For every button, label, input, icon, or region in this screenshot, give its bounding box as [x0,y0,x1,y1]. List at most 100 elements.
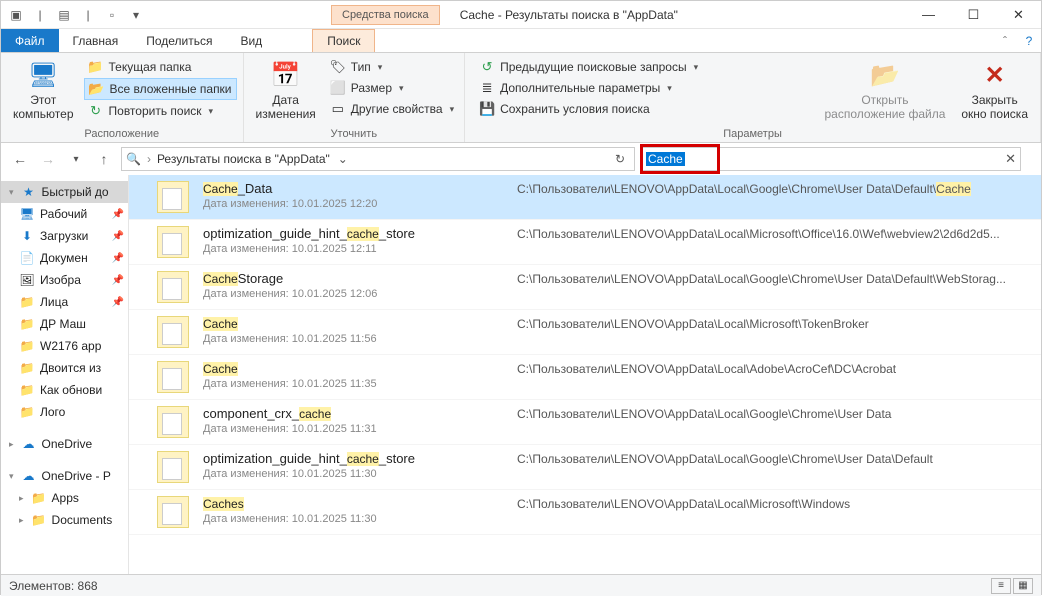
nav-apps[interactable]: ▸📁Apps [1,487,128,509]
result-meta: Cache_DataДата изменения: 10.01.2025 12:… [203,181,503,210]
nav-kakobn[interactable]: 📁Как обнови [1,379,128,401]
search-results[interactable]: Cache_DataДата изменения: 10.01.2025 12:… [129,175,1041,574]
recent-searches-button[interactable]: ↺Предыдущие поисковые запросы ▾ [475,57,702,77]
result-meta: CacheStorageДата изменения: 10.01.2025 1… [203,271,503,300]
nav-desktop[interactable]: 🖥Рабочий📌 [1,203,128,225]
advanced-options-button[interactable]: ≣Дополнительные параметры ▾ [475,78,702,98]
window-controls: — ☐ ✕ [906,1,1041,29]
result-name: Cache [203,361,503,376]
nav-w2176[interactable]: 📁W2176 app [1,335,128,357]
folder-icon: 📁 [88,59,104,75]
search-location-icon: 🔍 [126,152,141,166]
pc-icon: 🖥 [27,59,59,91]
close-search-button[interactable]: ✕ Закрыть окно поиска [955,55,1034,125]
save-search-button[interactable]: 💾Сохранить условия поиска [475,99,702,119]
qat-dropdown[interactable]: ▾ [125,4,147,26]
refresh-button[interactable]: ↻ [610,152,630,166]
chevron-down-icon: ▾ [667,83,672,94]
result-path: C:\Пользователи\LENOVO\AppData\Local\Goo… [517,271,1031,286]
open-folder-icon: 📂 [869,59,901,91]
qat-sep: | [29,4,51,26]
size-button[interactable]: ⬜Размер ▾ [326,78,458,98]
item-count: Элементов: 868 [9,579,98,593]
folder-icon: 📁 [31,490,47,506]
folder-icon: 📁 [31,512,47,528]
breadcrumb[interactable]: Результаты поиска в "AppData" [157,152,330,166]
nav-faces[interactable]: 📁Лица📌 [1,291,128,313]
search-box[interactable]: Cache ✕ [641,147,1021,171]
details-view-button[interactable]: ≡ [991,578,1011,594]
tab-file[interactable]: Файл [1,29,59,52]
result-row[interactable]: CacheДата изменения: 10.01.2025 11:35C:\… [129,355,1041,400]
nav-documents[interactable]: 📄Докумен📌 [1,247,128,269]
address-dropdown[interactable]: ⌄ [336,152,350,166]
result-path: C:\Пользователи\LENOVO\AppData\Local\Goo… [517,181,1031,196]
clear-search-button[interactable]: ✕ [1005,151,1016,167]
result-row[interactable]: CachesДата изменения: 10.01.2025 11:30C:… [129,490,1041,535]
result-date: Дата изменения: 10.01.2025 12:06 [203,288,503,300]
result-date: Дата изменения: 10.01.2025 11:30 [203,468,503,480]
nav-label: Лица [40,295,68,309]
pin-icon: 📌 [112,231,124,242]
icons-view-button[interactable]: ▦ [1013,578,1033,594]
tab-view[interactable]: Вид [226,29,276,52]
navigation-pane[interactable]: ▾★Быстрый до 🖥Рабочий📌 ⬇Загрузки📌 📄Докум… [1,175,129,574]
nav-quick-access[interactable]: ▾★Быстрый до [1,181,128,203]
chevron-down-icon: ▾ [694,62,699,73]
this-pc-button[interactable]: 🖥 Этот компьютер [7,55,80,125]
folder-icon [157,226,189,258]
size-label: Размер [351,81,392,95]
quick-access-toolbar: ▣ | ▤ | ▫ ▾ [1,4,151,26]
result-meta: CacheДата изменения: 10.01.2025 11:56 [203,316,503,345]
nav-documents2[interactable]: ▸📁Documents [1,509,128,531]
all-subfolders-button[interactable]: 📂Все вложенные папки [84,78,237,100]
help-icon[interactable]: ? [1017,29,1041,52]
history-dropdown[interactable]: ▾ [65,148,87,170]
nav-dr[interactable]: 📁ДР Маш [1,313,128,335]
tab-home[interactable]: Главная [59,29,133,52]
pin-icon: 📌 [112,253,124,264]
result-row[interactable]: CacheStorageДата изменения: 10.01.2025 1… [129,265,1041,310]
date-modified-button[interactable]: 📅 Дата изменения [250,55,322,125]
other-props-label: Другие свойства [351,102,443,116]
nav-label: ДР Маш [40,317,86,331]
minimize-button[interactable]: — [906,1,951,29]
cloud-icon: ☁ [21,468,37,484]
history-icon: ↺ [479,59,495,75]
nav-onedrive-p[interactable]: ▾☁OneDrive - P [1,465,128,487]
list-icon: ≣ [479,80,495,96]
close-button[interactable]: ✕ [996,1,1041,29]
search-term[interactable]: Cache [646,152,685,166]
qat-sep2: | [77,4,99,26]
nav-downloads[interactable]: ⬇Загрузки📌 [1,225,128,247]
ribbon-collapse[interactable]: ˆ [993,29,1017,52]
open-location-button: 📂 Открыть расположение файла [818,55,951,125]
result-row[interactable]: component_crx_cacheДата изменения: 10.01… [129,400,1041,445]
ribbon-group-options: ↺Предыдущие поисковые запросы ▾ ≣Дополни… [465,53,1041,142]
nav-pictures[interactable]: 🖼Изобра📌 [1,269,128,291]
folder-icon[interactable]: ▣ [5,4,27,26]
result-date: Дата изменения: 10.01.2025 12:11 [203,243,503,255]
address-bar[interactable]: 🔍 › Результаты поиска в "AppData" ⌄ ↻ [121,147,635,171]
tab-share[interactable]: Поделиться [132,29,226,52]
search-again-button[interactable]: ↻Повторить поиск ▾ [84,101,237,121]
props-icon[interactable]: ▤ [53,4,75,26]
tab-search[interactable]: Поиск [312,29,375,52]
nav-onedrive[interactable]: ▸☁OneDrive [1,433,128,455]
result-row[interactable]: CacheДата изменения: 10.01.2025 11:56C:\… [129,310,1041,355]
back-button[interactable]: ← [9,148,31,170]
new-folder-icon[interactable]: ▫ [101,4,123,26]
nav-dvoitsa[interactable]: 📁Двоится из [1,357,128,379]
current-folder-button[interactable]: 📁Текущая папка [84,57,237,77]
up-button[interactable]: ↑ [93,148,115,170]
result-row[interactable]: optimization_guide_hint_cache_storeДата … [129,220,1041,265]
result-row[interactable]: Cache_DataДата изменения: 10.01.2025 12:… [129,175,1041,220]
result-name: Cache [203,316,503,331]
other-props-button[interactable]: ▭Другие свойства ▾ [326,99,458,119]
nav-logo[interactable]: 📁Лого [1,401,128,423]
nav-label: Быстрый до [42,185,109,199]
result-row[interactable]: optimization_guide_hint_cache_storeДата … [129,445,1041,490]
type-button[interactable]: 🏷Тип ▾ [326,57,458,77]
nav-label: OneDrive [42,437,93,451]
maximize-button[interactable]: ☐ [951,1,996,29]
